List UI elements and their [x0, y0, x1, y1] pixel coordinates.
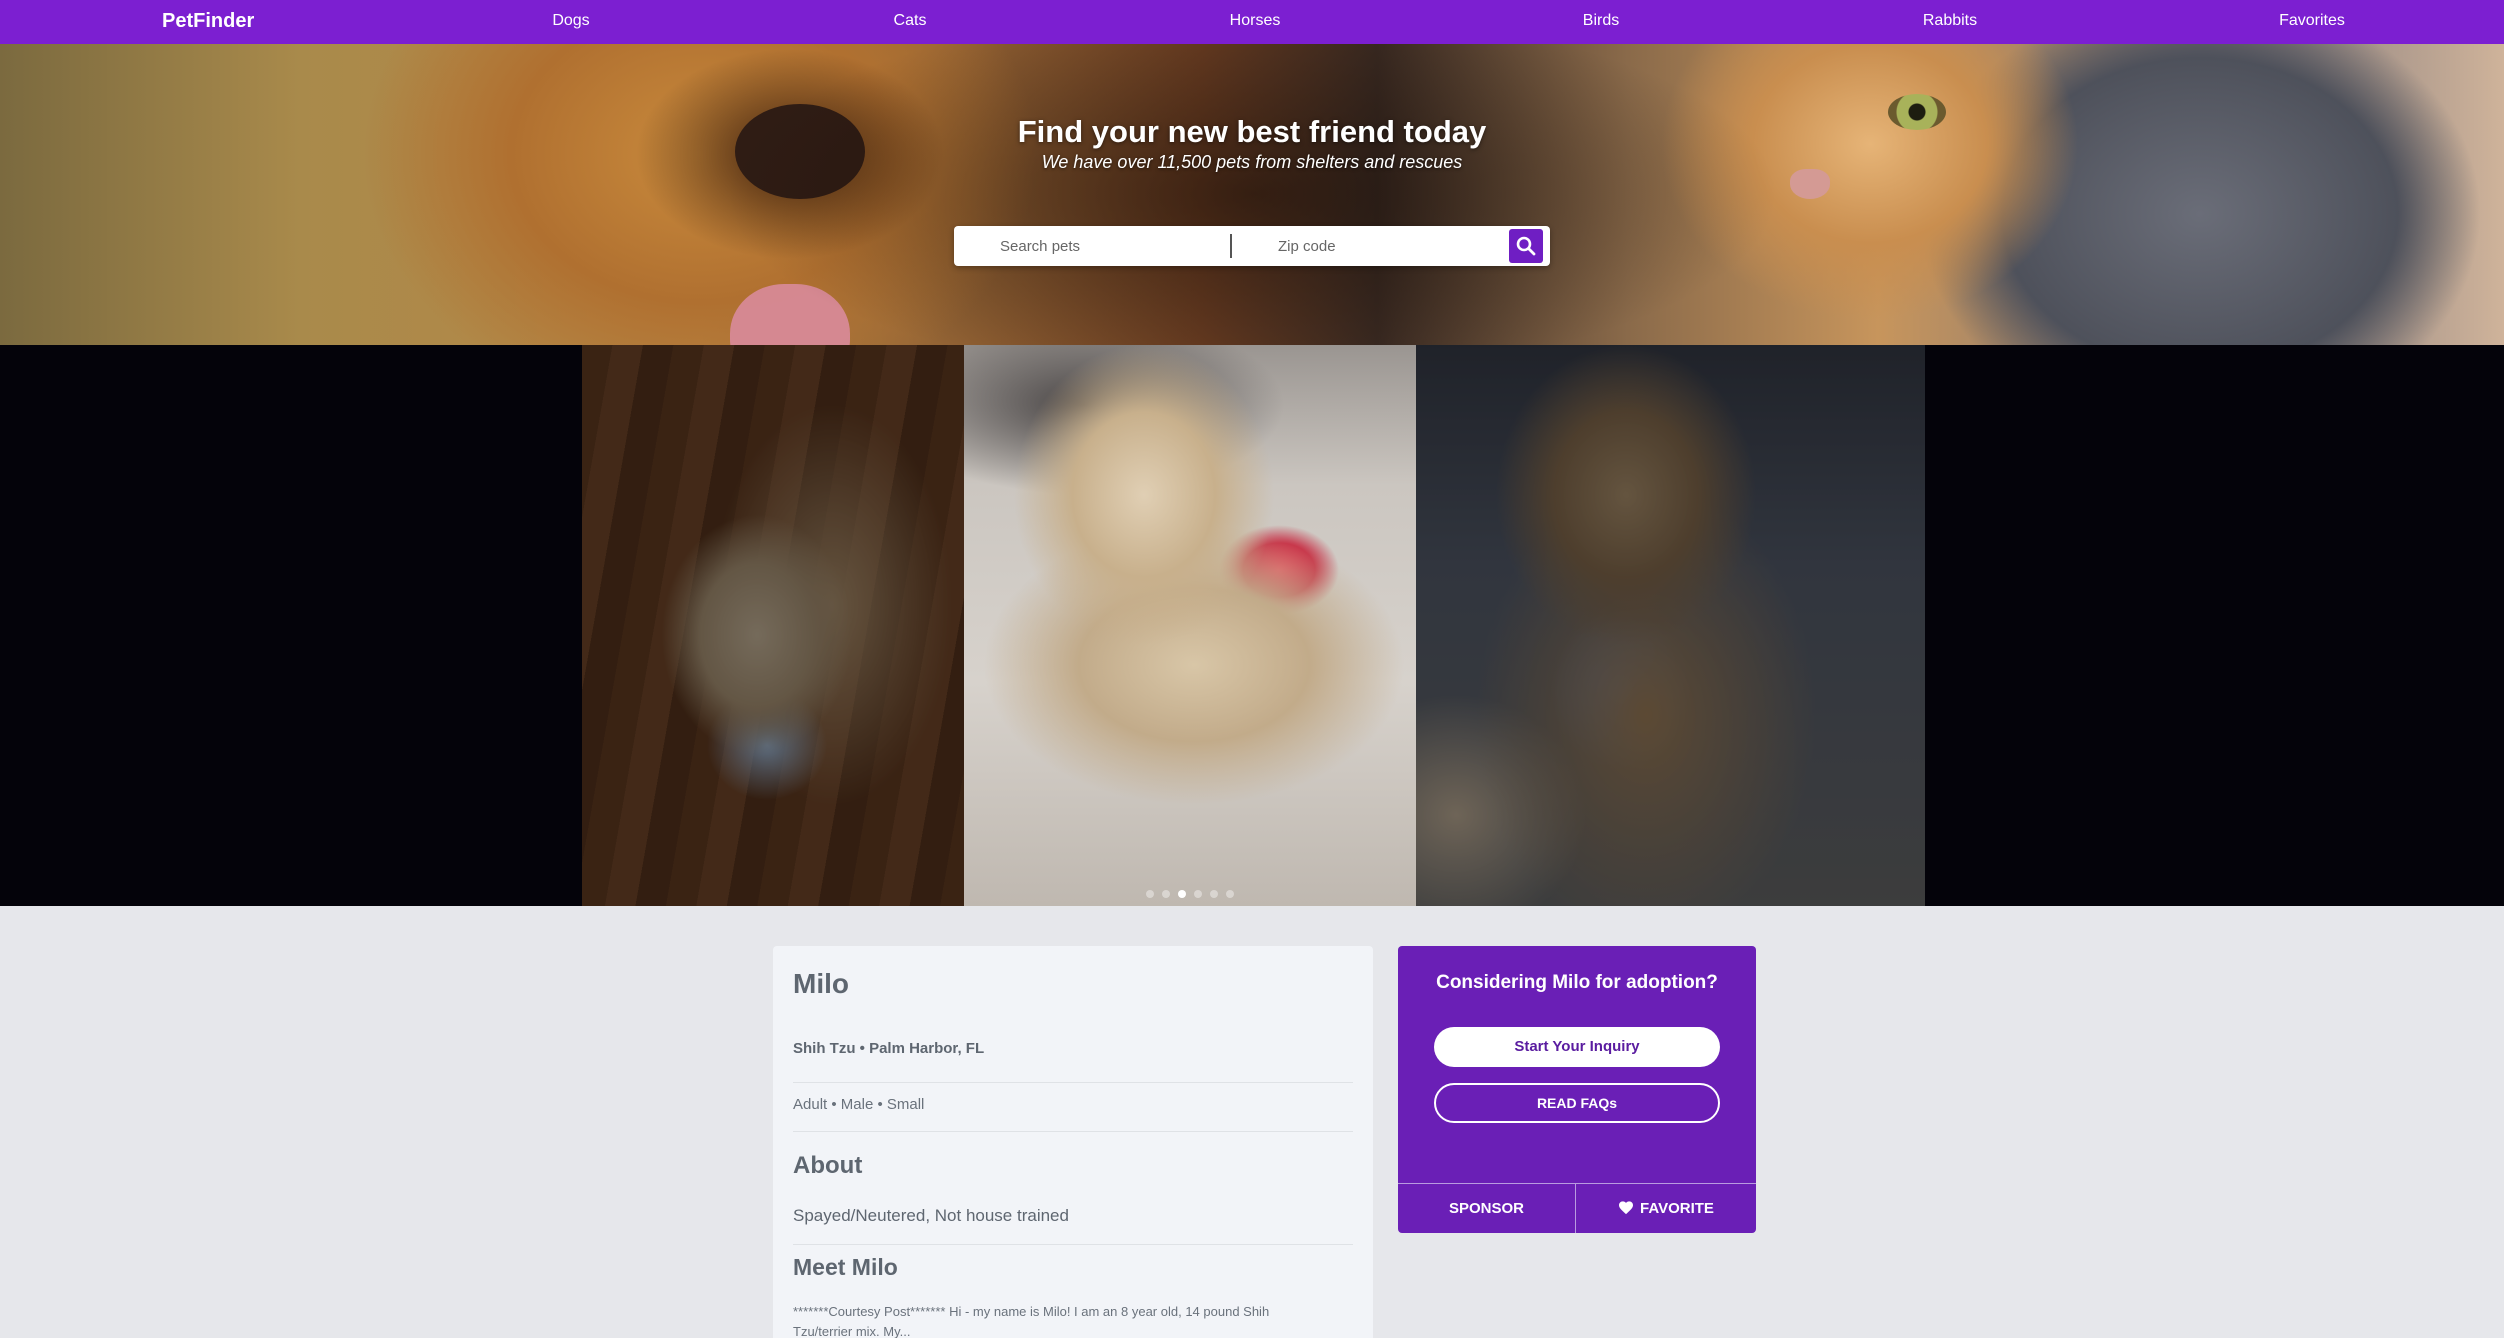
hero-subtitle: We have over 11,500 pets from shelters a…: [1041, 152, 1463, 172]
brand-logo[interactable]: PetFinder: [162, 0, 254, 44]
nav-link-rabbits[interactable]: Rabbits: [1923, 0, 1977, 44]
about-text: Spayed/Neutered, Not house trained: [793, 1206, 1069, 1225]
hero-title: Find your new best friend today: [1017, 114, 1487, 149]
nav-link-birds[interactable]: Birds: [1583, 0, 1619, 44]
meet-description: *******Courtesy Post******* Hi - my name…: [793, 1304, 1270, 1338]
about-heading: About: [793, 1152, 863, 1179]
page: PetFinder Dogs Cats Horses Birds Rabbits…: [0, 0, 2504, 1338]
pet-name: Milo: [793, 968, 849, 999]
carousel-photo-next[interactable]: [1416, 345, 1925, 906]
search-icon: [1516, 236, 1536, 256]
zip-code-input[interactable]: [1278, 226, 1508, 266]
read-faqs-button[interactable]: READ FAQs: [1434, 1083, 1720, 1123]
carousel-dot[interactable]: [1194, 890, 1202, 898]
heart-icon: [1619, 1201, 1634, 1215]
carousel-photo-current[interactable]: [964, 345, 1416, 906]
search-bar: [954, 226, 1550, 266]
hero-banner: Find your new best friend today We have …: [0, 44, 2504, 345]
sponsor-button[interactable]: SPONSOR: [1398, 1184, 1576, 1233]
adoption-question: Considering Milo for adoption?: [1436, 972, 1718, 993]
favorite-button[interactable]: FAVORITE: [1576, 1184, 1756, 1233]
photo-dim-overlay: [582, 345, 964, 906]
hero-overlay: [0, 44, 2504, 345]
top-navigation: PetFinder Dogs Cats Horses Birds Rabbits…: [0, 0, 2504, 44]
search-button[interactable]: [1509, 229, 1543, 263]
adoption-actions: SPONSOR FAVORITE: [1398, 1183, 1756, 1233]
photo-dim-overlay: [1416, 345, 1925, 906]
nav-link-horses[interactable]: Horses: [1230, 0, 1281, 44]
nav-link-dogs[interactable]: Dogs: [552, 0, 589, 44]
carousel-dot[interactable]: [1162, 890, 1170, 898]
carousel-dot[interactable]: [1210, 890, 1218, 898]
meet-heading: Meet Milo: [793, 1254, 898, 1280]
divider: [793, 1082, 1353, 1083]
pet-info-card: Milo Shih Tzu • Palm Harbor, FL Adult • …: [773, 946, 1373, 1338]
pet-breed-location[interactable]: Shih Tzu • Palm Harbor, FL: [793, 1040, 984, 1057]
adoption-cta-card: Considering Milo for adoption? Start You…: [1398, 946, 1756, 1233]
carousel-photo-previous[interactable]: [582, 345, 964, 906]
favorite-label: FAVORITE: [1640, 1200, 1714, 1217]
nav-link-favorites[interactable]: Favorites: [2279, 0, 2345, 44]
search-pets-input[interactable]: [1000, 226, 1220, 266]
carousel-dot[interactable]: [1226, 890, 1234, 898]
carousel-dot-active[interactable]: [1178, 890, 1186, 898]
photo-carousel[interactable]: [0, 345, 2504, 906]
pet-attributes: Adult • Male • Small: [793, 1096, 925, 1113]
start-inquiry-button[interactable]: Start Your Inquiry: [1434, 1027, 1720, 1067]
carousel-dot[interactable]: [1146, 890, 1154, 898]
divider: [793, 1244, 1353, 1245]
divider: [793, 1131, 1353, 1132]
search-divider: [1230, 234, 1232, 258]
nav-link-cats[interactable]: Cats: [894, 0, 927, 44]
